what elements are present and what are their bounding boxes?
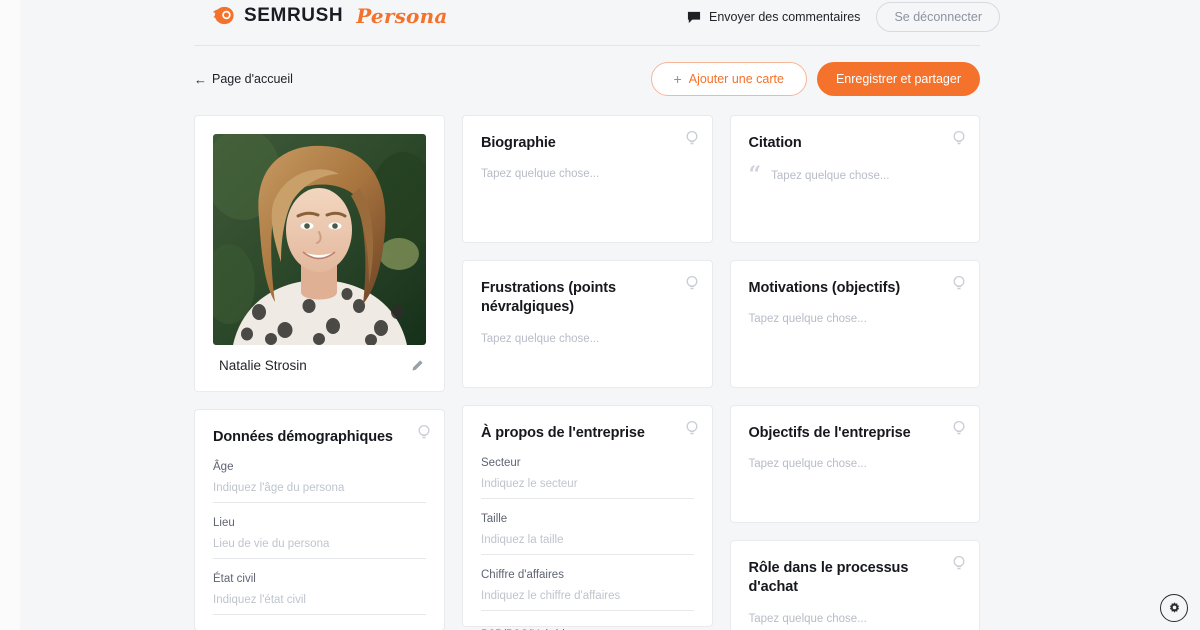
semrush-logo-icon [212, 6, 234, 25]
chat-bubble-icon [687, 11, 701, 23]
header-divider [194, 45, 980, 46]
field-label: Taille [481, 513, 508, 526]
field-input[interactable]: Indiquez l'état civil [213, 585, 426, 616]
save-and-share-button[interactable]: Enregistrer et partager [816, 62, 980, 96]
hint-lightbulb-icon[interactable] [417, 424, 431, 440]
hint-lightbulb-icon[interactable] [952, 420, 966, 436]
settings-fab-button[interactable] [1160, 594, 1188, 622]
brand-product: Persona [356, 3, 448, 28]
field-age[interactable]: Âge Indiquez l'âge du persona [213, 461, 426, 504]
persona-photo[interactable] [213, 134, 426, 345]
quote-row: “ Tapez quelque chose... [748, 162, 962, 189]
card-text-input[interactable]: Tapez quelque chose... [749, 613, 962, 625]
left-rail [0, 0, 20, 630]
card-title: Biographie [481, 135, 556, 151]
quote-mark-icon: “ [748, 162, 762, 189]
persona-name: Natalie Strosin [219, 358, 307, 373]
card-title: À propos de l'entreprise [481, 425, 645, 441]
header-actions: Envoyer des commentaires Se déconnecter [687, 2, 1000, 32]
hint-lightbulb-icon[interactable] [685, 420, 699, 436]
card-title: Frustrations (points névralgiques) [481, 280, 616, 316]
back-to-home-link[interactable]: ← Page d'accueil [194, 72, 293, 86]
field-secteur[interactable]: Secteur Indiquez le secteur [481, 457, 694, 500]
persona-builder-page: SEMRUSH Persona Envoyer des commentaires… [0, 0, 1200, 630]
send-feedback-label: Envoyer des commentaires [708, 10, 861, 24]
board-column-1: Natalie Strosin Données démographiques Â… [194, 115, 445, 630]
card-donnees-demographiques[interactable]: Données démographiques Âge Indiquez l'âg… [194, 409, 445, 630]
field-label: État civil [213, 573, 256, 586]
card-text-input[interactable]: Tapez quelque chose... [749, 313, 962, 325]
card-title: Rôle dans le processus d'achat [748, 560, 909, 596]
card-a-propos-entreprise[interactable]: À propos de l'entreprise Secteur Indique… [462, 405, 713, 630]
plus-icon: + [673, 71, 682, 87]
card-role-processus-achat[interactable]: Rôle dans le processus d'achat Tapez que… [729, 540, 980, 630]
card-title: Données démographiques [213, 429, 393, 445]
persona-photo-card[interactable]: Natalie Strosin [194, 115, 445, 392]
field-chiffre-affaires[interactable]: Chiffre d'affaires Indiquez le chiffre d… [481, 569, 694, 612]
hint-lightbulb-icon[interactable] [685, 130, 699, 146]
field-taille[interactable]: Taille Indiquez la taille [481, 513, 694, 556]
card-frustrations[interactable]: Frustrations (points névralgiques) Tapez… [462, 260, 713, 388]
field-label: Lieu [213, 517, 235, 530]
card-text-input[interactable]: Tapez quelque chose... [749, 458, 962, 470]
board-column-2: Biographie Tapez quelque chose... Frustr… [462, 115, 713, 630]
send-feedback-link[interactable]: Envoyer des commentaires [687, 10, 860, 24]
card-title: Citation [748, 135, 802, 151]
field-input[interactable]: Indiquez le secteur [481, 469, 694, 500]
card-biographie[interactable]: Biographie Tapez quelque chose... [462, 115, 713, 243]
edit-pencil-icon[interactable] [410, 359, 424, 373]
field-input[interactable]: Lieu de vie du persona [213, 529, 426, 560]
card-text-input[interactable]: Tapez quelque chose... [481, 168, 694, 180]
persona-name-row: Natalie Strosin [195, 345, 444, 391]
field-input[interactable]: Indiquez le chiffre d'affaires [481, 581, 694, 612]
field-label: Âge [213, 461, 234, 474]
field-label: Chiffre d'affaires [481, 569, 564, 582]
board-column-3: Citation “ Tapez quelque chose... Motiva… [729, 115, 980, 630]
gear-icon [1169, 601, 1179, 613]
field-label: Secteur [481, 457, 521, 470]
field-input[interactable]: Indiquez la taille [481, 525, 694, 556]
field-etat-civil[interactable]: État civil Indiquez l'état civil [213, 573, 426, 616]
brand-logo[interactable]: SEMRUSH Persona [212, 3, 447, 28]
brand-name: SEMRUSH [244, 4, 344, 26]
field-input[interactable]: Indiquez l'âge du persona [213, 473, 426, 504]
card-text-input[interactable]: Tapez quelque chose... [771, 170, 889, 182]
persona-board: Natalie Strosin Données démographiques Â… [194, 115, 980, 630]
board-toolbar: ← Page d'accueil + Ajouter une carte Enr… [194, 62, 980, 96]
field-lieu[interactable]: Lieu Lieu de vie du persona [213, 517, 426, 560]
logout-button[interactable]: Se déconnecter [876, 2, 1000, 32]
hint-lightbulb-icon[interactable] [952, 275, 966, 291]
back-arrow-icon: ← [194, 71, 207, 87]
card-objectifs-entreprise[interactable]: Objectifs de l'entreprise Tapez quelque … [729, 405, 980, 523]
app-header: SEMRUSH Persona Envoyer des commentaires… [0, 0, 1200, 45]
add-card-button[interactable]: + Ajouter une carte [650, 62, 807, 96]
card-text-input[interactable]: Tapez quelque chose... [481, 333, 694, 345]
card-motivations[interactable]: Motivations (objectifs) Tapez quelque ch… [729, 260, 980, 388]
card-title: Motivations (objectifs) [748, 280, 901, 296]
hint-lightbulb-icon[interactable] [952, 555, 966, 571]
toolbar-actions: + Ajouter une carte Enregistrer et parta… [650, 62, 980, 96]
persona-portrait-image [213, 134, 426, 345]
back-to-home-label: Page d'accueil [212, 72, 293, 86]
card-citation[interactable]: Citation “ Tapez quelque chose... [729, 115, 980, 243]
add-card-label: Ajouter une carte [688, 72, 784, 86]
card-title: Objectifs de l'entreprise [748, 425, 911, 441]
hint-lightbulb-icon[interactable] [685, 275, 699, 291]
hint-lightbulb-icon[interactable] [952, 130, 966, 146]
